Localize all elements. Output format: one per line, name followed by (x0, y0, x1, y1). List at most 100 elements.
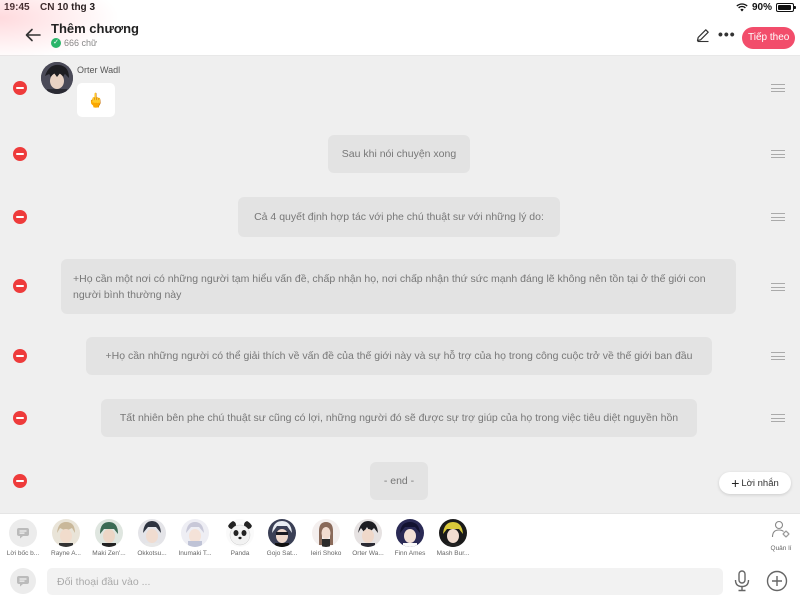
drag-handle-icon[interactable] (771, 150, 785, 158)
drag-handle-icon[interactable] (771, 414, 785, 422)
avatar (396, 519, 424, 547)
message-text: +Họ cần những người có thể giải thích về… (105, 350, 693, 362)
character-item[interactable]: Rayne A... (45, 519, 87, 557)
word-count: ✓ 666 chữ (51, 38, 97, 48)
input-bar (0, 563, 800, 600)
message-row: - end - (0, 462, 800, 500)
character-item[interactable]: Finn Ames (389, 519, 431, 557)
drag-handle-icon[interactable] (771, 352, 785, 360)
chat-list: Orter Wadl 🖕 Sau khi nói chuyện xong Cả … (0, 56, 800, 513)
character-name: Rayne A... (51, 550, 81, 557)
message-row: +Họ cần một nơi có những người tạm hiểu … (0, 259, 800, 314)
page-title: Thêm chương (51, 21, 139, 36)
narration-bubble[interactable]: Cả 4 quyết định hợp tác với phe chú thuậ… (238, 197, 560, 237)
character-name: Lời bốc b... (6, 550, 40, 557)
wifi-icon (736, 3, 748, 12)
header: Thêm chương ✓ 666 chữ ••• Tiếp theo (0, 0, 800, 60)
person-gear-icon (771, 520, 790, 538)
message-text: Sau khi nói chuyện xong (341, 148, 457, 160)
message-text: +Họ cần một nơi có những người tạm hiểu … (73, 272, 706, 301)
character-name: Inumaki T... (178, 550, 212, 557)
message-row: Cả 4 quyết định hợp tác với phe chú thuậ… (0, 197, 800, 237)
message-text: - end - (383, 475, 415, 487)
drag-handle-icon[interactable] (771, 283, 785, 291)
delete-icon[interactable] (13, 210, 27, 224)
chat-bubble-icon (17, 528, 29, 539)
delete-icon[interactable] (13, 279, 27, 293)
character-item[interactable]: Okkotsu... (131, 519, 173, 557)
character-item[interactable]: Mash Bur... (432, 519, 474, 557)
status-time: 19:45 (4, 2, 30, 13)
character-name: Maki Zen'... (92, 550, 126, 557)
delete-icon[interactable] (13, 411, 27, 425)
character-item[interactable]: Ieiri Shoko (305, 519, 347, 557)
narration-bubble[interactable]: Sau khi nói chuyện xong (328, 135, 470, 173)
word-count-text: 666 chữ (64, 38, 98, 48)
avatar (226, 519, 254, 547)
avatar (138, 519, 166, 547)
add-message-label: Lời nhắn (741, 477, 779, 489)
message-row: Orter Wadl 🖕 (0, 56, 800, 122)
message-bubble[interactable]: 🖕 (77, 83, 115, 117)
chat-bubble-icon (17, 576, 29, 587)
add-attachment-button[interactable] (766, 570, 788, 592)
message-text: 🖕 (87, 91, 105, 108)
dialogue-input[interactable] (47, 568, 723, 595)
arrow-left-icon (25, 28, 41, 42)
narration-bubble[interactable]: - end - (370, 462, 428, 500)
plus-icon: + (731, 475, 740, 491)
check-icon: ✓ (51, 38, 61, 48)
avatar (95, 519, 123, 547)
avatar (52, 519, 80, 547)
microphone-button[interactable] (733, 570, 751, 592)
delete-icon[interactable] (13, 81, 27, 95)
drag-handle-icon[interactable] (771, 84, 785, 92)
character-item[interactable]: Gojo Sat... (261, 519, 303, 557)
character-item[interactable]: Inumaki T... (174, 519, 216, 557)
narration-bubble[interactable]: +Họ cần những người có thể giải thích về… (86, 337, 712, 375)
plus-circle-icon (766, 570, 788, 592)
narration-bubble[interactable]: Tất nhiên bên phe chú thuật sư cũng có l… (101, 399, 697, 437)
status-date: CN 10 thg 3 (40, 2, 96, 13)
character-narration[interactable]: Lời bốc b... (2, 519, 44, 557)
delete-icon[interactable] (13, 147, 27, 161)
edit-button[interactable] (695, 27, 711, 43)
character-name: Mash Bur... (436, 550, 470, 557)
delete-icon[interactable] (13, 474, 27, 488)
character-bar: Lời bốc b... Rayne A... Maki Zen'... Okk… (0, 513, 800, 563)
character-name: Okkotsu... (137, 550, 167, 557)
drag-handle-icon[interactable] (771, 213, 785, 221)
narration-bubble[interactable]: +Họ cần một nơi có những người tạm hiểu … (61, 259, 736, 314)
message-text: Tất nhiên bên phe chú thuật sư cũng có l… (119, 412, 679, 424)
battery-icon (776, 3, 796, 12)
more-button[interactable]: ••• (718, 26, 736, 42)
avatar[interactable] (41, 62, 73, 94)
character-name: Ieiri Shoko (310, 550, 342, 557)
avatar (354, 519, 382, 547)
character-item[interactable]: Orter Wa... (347, 519, 389, 557)
back-button[interactable] (22, 24, 44, 46)
status-right: 90% (736, 2, 796, 13)
avatar (312, 519, 340, 547)
message-row: +Họ cần những người có thể giải thích về… (0, 337, 800, 375)
message-row: Sau khi nói chuyện xong (0, 135, 800, 173)
narration-avatar (9, 519, 37, 547)
chat-mode-button[interactable] (10, 568, 36, 594)
manage-characters-button[interactable]: Quản lí (764, 520, 798, 552)
message-text: Cả 4 quyết định hợp tác với phe chú thuậ… (254, 211, 544, 223)
battery-percent: 90% (751, 2, 772, 13)
character-item[interactable]: Panda (219, 519, 261, 557)
sender-name: Orter Wadl (77, 65, 121, 75)
character-name: Gojo Sat... (266, 550, 298, 557)
add-message-button[interactable]: + Lời nhắn (719, 472, 791, 494)
pencil-icon (696, 29, 709, 43)
delete-icon[interactable] (13, 349, 27, 363)
character-name: Panda (230, 550, 250, 557)
next-button[interactable]: Tiếp theo (742, 27, 796, 49)
character-name: Orter Wa... (352, 550, 384, 557)
manage-label: Quản lí (770, 545, 792, 552)
character-name: Finn Ames (394, 550, 426, 557)
avatar (181, 519, 209, 547)
character-item[interactable]: Maki Zen'... (88, 519, 130, 557)
more-horizontal-icon: ••• (718, 26, 736, 42)
